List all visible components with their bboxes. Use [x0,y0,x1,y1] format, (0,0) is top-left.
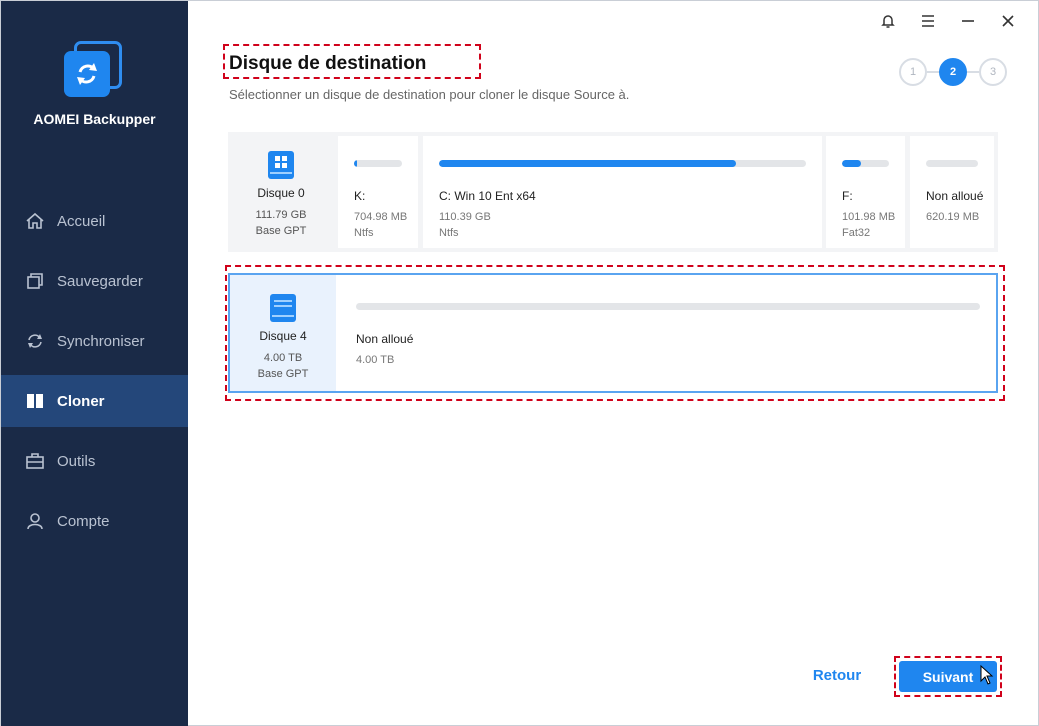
clone-icon [25,391,45,411]
partition: K: 704.98 MB Ntfs [338,136,418,248]
disk-type: Base GPT [255,225,307,237]
sidebar-item-label: Synchroniser [57,332,145,350]
usage-bar [354,160,402,167]
partition-name: F: [842,189,853,203]
page-title: Disque de destination [229,53,427,74]
partition-size: 4.00 TB [356,354,395,366]
usage-bar [842,160,889,167]
sidebar-item-synchroniser[interactable]: Synchroniser [1,315,188,367]
partition: F: 101.98 MB Fat32 [826,136,905,248]
sync-arrows-icon [77,63,97,85]
sidebar: AOMEI Backupper Accueil Sauvegarder Sync… [1,1,188,726]
close-icon[interactable] [988,9,1028,33]
partition-fs: Fat32 [842,227,871,239]
mouse-cursor-icon [980,665,994,685]
sidebar-item-sauvegarder[interactable]: Sauvegarder [1,255,188,307]
sidebar-item-label: Outils [57,452,96,470]
disk-info: Disque 4 4.00 TB Base GPT [230,275,336,391]
sidebar-item-label: Cloner [57,392,105,410]
step-3: 3 [979,58,1007,86]
disk-name: Disque 4 [259,329,307,343]
disk-row-selected[interactable]: Disque 4 4.00 TB Base GPT Non alloué 4.0… [228,273,998,393]
partition: C: Win 10 Ent x64 110.39 GB Ntfs [423,136,822,248]
partition-name: Non alloué [926,189,984,203]
partition-fs: Ntfs [439,227,459,239]
notification-bell-icon[interactable] [868,9,908,33]
sidebar-item-label: Sauvegarder [57,272,143,290]
partition-size: 620.19 MB [926,211,980,223]
disk-size: 111.79 GB [255,209,307,221]
sidebar-item-compte[interactable]: Compte [1,495,188,547]
partition-fs: Ntfs [354,227,374,239]
disk-row[interactable]: Disque 0 111.79 GB Base GPT K: 704.98 MB… [228,132,998,252]
partition-size: 101.98 MB [842,211,896,223]
partition-name: K: [354,189,366,203]
backup-icon [25,271,45,291]
home-icon [25,211,45,231]
app-logo [64,41,124,99]
disk-info: Disque 0 111.79 GB Base GPT [228,132,334,252]
sync-icon [25,331,45,351]
partition-size: 704.98 MB [354,211,408,223]
usage-bar [439,160,806,167]
tools-icon [25,451,45,471]
step-1: 1 [899,58,927,86]
sidebar-item-label: Compte [57,512,110,530]
partition: Non alloué 4.00 TB [340,279,996,391]
app-window: AOMEI Backupper Accueil Sauvegarder Sync… [0,0,1039,726]
disk-size: 4.00 TB [263,352,303,364]
menu-icon[interactable] [908,9,948,33]
disk-windows-icon [268,151,294,179]
partition-size: 110.39 GB [439,211,491,223]
sidebar-item-cloner[interactable]: Cloner [1,375,188,427]
page-subtitle: Sélectionner un disque de destination po… [229,87,630,102]
sidebar-item-accueil[interactable]: Accueil [1,195,188,247]
disk-icon [270,294,296,322]
sidebar-item-outils[interactable]: Outils [1,435,188,487]
usage-bar [926,160,978,167]
step-indicator: 1 2 3 [899,58,1007,86]
back-button[interactable]: Retour [801,667,873,691]
window-controls [868,9,1028,33]
disk-name: Disque 0 [257,186,305,200]
sidebar-item-label: Accueil [57,212,106,230]
minimize-icon[interactable] [948,9,988,33]
partition: Non alloué 620.19 MB [910,136,994,248]
step-2: 2 [939,58,967,86]
usage-bar [356,303,980,310]
partition-name: C: Win 10 Ent x64 [439,189,536,203]
disk-type: Base GPT [257,368,309,380]
partition-name: Non alloué [356,332,414,346]
brand-name: AOMEI Backupper [33,111,156,127]
account-icon [25,511,45,531]
